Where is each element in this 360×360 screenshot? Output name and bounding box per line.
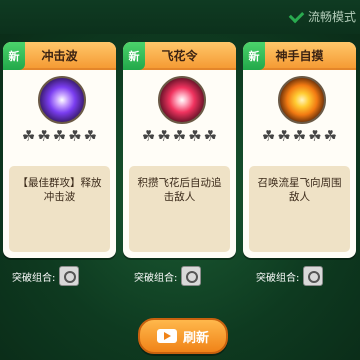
breakthrough-combo: 突破组合: bbox=[134, 266, 202, 286]
shockwave-icon bbox=[37, 76, 86, 124]
skill-card-flying-flower[interactable]: 飞花令 新 ☘ ☘ ☘ ☘ ☘ 积攒飞花后自动追击敌人 bbox=[123, 42, 236, 258]
clover-icon: ☘ bbox=[261, 127, 276, 145]
breakthrough-combo: 突破组合: bbox=[12, 266, 80, 286]
video-ad-icon bbox=[156, 329, 177, 343]
star-rating: ☘ ☘ ☘ ☘ ☘ bbox=[243, 128, 356, 144]
combo-skill-icon[interactable] bbox=[59, 266, 80, 286]
clover-icon: ☘ bbox=[277, 127, 291, 145]
card-title: 飞花令 bbox=[161, 48, 198, 63]
smooth-mode-label: 流畅模式 bbox=[307, 10, 356, 24]
combo-skill-icon[interactable] bbox=[181, 266, 202, 286]
card-description: 【最佳群攻】释放冲击波 bbox=[17, 177, 102, 203]
divine-hand-icon bbox=[277, 76, 326, 124]
card-description: 积攒飞花后自动追击敌人 bbox=[137, 177, 222, 203]
clover-icon: ☘ bbox=[308, 127, 322, 145]
skill-card-shockwave[interactable]: 冲击波 新 ☘ ☘ ☘ ☘ ☘ 【最佳群攻】释放冲击波 bbox=[3, 42, 116, 258]
description-box: 积攒飞花后自动追击敌人 bbox=[129, 166, 230, 252]
clover-icon: ☘ bbox=[141, 127, 156, 145]
clover-icon: ☘ bbox=[157, 127, 171, 145]
card-title: 冲击波 bbox=[41, 48, 78, 63]
clover-icon: ☘ bbox=[68, 127, 82, 145]
combo-label: 突破组合: bbox=[256, 272, 300, 284]
clover-icon: ☘ bbox=[188, 127, 202, 145]
combo-label: 突破组合: bbox=[134, 272, 178, 284]
top-bar: 流畅模式 bbox=[0, 0, 360, 34]
star-rating: ☘ ☘ ☘ ☘ ☘ bbox=[123, 128, 236, 144]
combo-label: 突破组合: bbox=[12, 272, 56, 284]
smooth-mode-toggle[interactable]: 流畅模式 bbox=[288, 8, 356, 25]
refresh-button[interactable]: 刷新 bbox=[138, 318, 228, 354]
clover-icon: ☘ bbox=[292, 127, 307, 145]
clover-icon: ☘ bbox=[172, 127, 187, 145]
new-badge: 新 bbox=[123, 42, 145, 70]
description-box: 【最佳群攻】释放冲击波 bbox=[9, 166, 110, 252]
new-badge: 新 bbox=[3, 42, 25, 70]
description-box: 召唤流星飞向周围敌人 bbox=[249, 166, 350, 252]
refresh-label: 刷新 bbox=[182, 330, 209, 346]
clover-icon: ☘ bbox=[52, 127, 67, 145]
clover-icon: ☘ bbox=[203, 127, 218, 145]
clover-icon: ☘ bbox=[37, 127, 51, 145]
clover-icon: ☘ bbox=[21, 127, 36, 145]
star-rating: ☘ ☘ ☘ ☘ ☘ bbox=[3, 128, 116, 144]
combo-skill-icon[interactable] bbox=[303, 266, 324, 286]
new-badge: 新 bbox=[243, 42, 265, 70]
flying-flower-icon bbox=[157, 76, 206, 124]
clover-icon: ☘ bbox=[83, 127, 98, 145]
breakthrough-combo: 突破组合: bbox=[256, 266, 324, 286]
check-icon bbox=[288, 9, 304, 25]
card-title: 神手自摸 bbox=[275, 48, 324, 63]
clover-icon: ☘ bbox=[323, 127, 338, 145]
skill-card-divine-hand[interactable]: 神手自摸 新 ☘ ☘ ☘ ☘ ☘ 召唤流星飞向周围敌人 bbox=[243, 42, 356, 258]
card-description: 召唤流星飞向周围敌人 bbox=[257, 177, 342, 203]
